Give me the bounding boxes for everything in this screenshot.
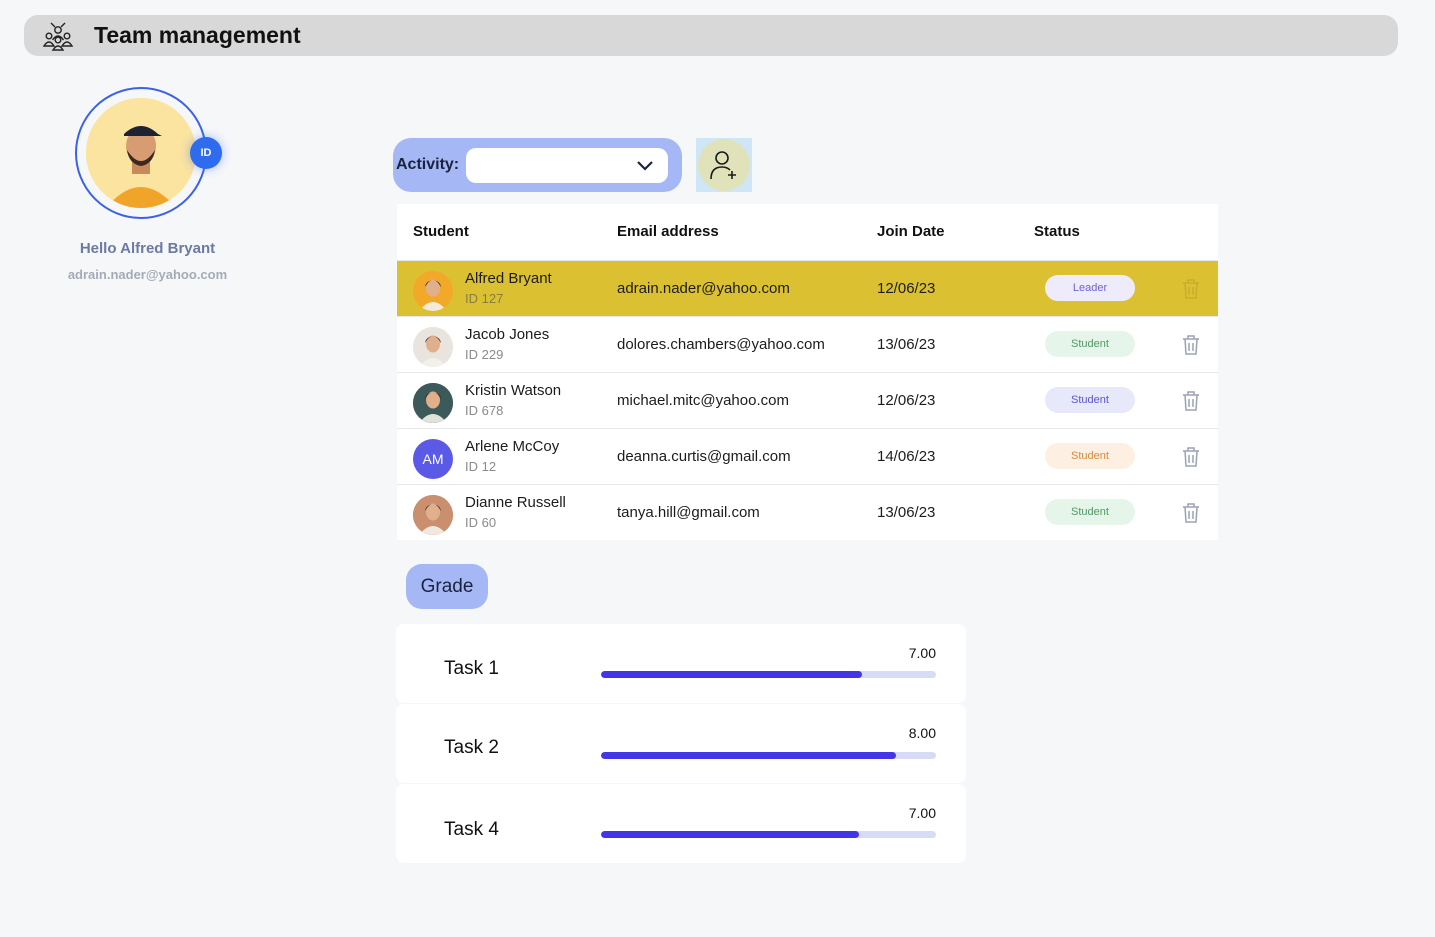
task-score: 7.00 xyxy=(908,645,936,661)
student-name: Kristin Watson xyxy=(465,382,562,399)
join-date: 13/06/23 xyxy=(877,504,936,521)
profile-greeting: Hello Alfred Bryant xyxy=(79,240,216,257)
student-email: adrain.nader@yahoo.com xyxy=(617,280,790,297)
students-table: Student Email address Join Date Status A… xyxy=(397,204,1218,540)
task-progress-fill xyxy=(601,671,863,678)
join-date: 13/06/23 xyxy=(877,336,936,353)
student-id: ID 60 xyxy=(465,515,497,530)
avatar xyxy=(413,495,453,535)
student-id: ID 12 xyxy=(465,459,497,474)
student-email: deanna.curtis@gmail.com xyxy=(617,448,791,465)
table-row[interactable]: Dianne Russell ID 60 tanya.hill@gmail.com 1… xyxy=(397,484,1218,540)
add-user-button[interactable] xyxy=(696,138,752,192)
avatar xyxy=(413,383,453,423)
avatar xyxy=(413,327,453,367)
trash-icon[interactable] xyxy=(1181,390,1201,412)
id-badge[interactable]: ID xyxy=(190,137,222,169)
column-email[interactable]: Email address xyxy=(617,223,719,240)
table-row[interactable]: Jacob Jones ID 229 dolores.chambers@yahoo.… xyxy=(397,316,1218,372)
task-card: Task 4 7.00 xyxy=(396,784,966,863)
avatar-initials: AM xyxy=(422,451,444,467)
grade-button[interactable]: Grade xyxy=(406,564,488,609)
student-name: Dianne Russell xyxy=(465,494,566,511)
task-progress-bar xyxy=(601,671,936,678)
table-row[interactable]: Alfred Bryant ID 127 adrain.nader@yahoo.co… xyxy=(397,260,1218,316)
join-date: 12/06/23 xyxy=(877,392,936,409)
column-status[interactable]: Status xyxy=(1034,223,1080,240)
join-date: 12/06/23 xyxy=(877,280,936,297)
status-badge: Leader xyxy=(1045,275,1135,301)
task-progress-bar xyxy=(601,831,936,838)
status-badge: Student xyxy=(1045,499,1135,525)
task-score: 8.00 xyxy=(908,725,936,741)
table-row[interactable]: AM Arlene McCoy ID 12 deanna.curtis@gmail.c… xyxy=(397,428,1218,484)
table-header: Student Email address Join Date Status xyxy=(397,204,1218,260)
task-card: Task 1 7.00 xyxy=(396,624,966,703)
profile-email: adrain.nader@yahoo.com xyxy=(67,267,228,282)
student-name: Arlene McCoy xyxy=(465,438,560,455)
student-id: ID 127 xyxy=(465,291,504,306)
student-email: michael.mitc@yahoo.com xyxy=(617,392,789,409)
task-name: Task 2 xyxy=(444,737,499,758)
column-join-date[interactable]: Join Date xyxy=(877,223,945,240)
trash-icon[interactable] xyxy=(1181,278,1201,300)
app-header: Team management xyxy=(24,15,1398,56)
join-date: 14/06/23 xyxy=(877,448,936,465)
status-badge: Student xyxy=(1045,443,1135,469)
task-progress-fill xyxy=(601,752,896,759)
task-card: Task 2 8.00 xyxy=(396,704,966,783)
student-id: ID 678 xyxy=(465,403,504,418)
table-row[interactable]: Kristin Watson ID 678 michael.mitc@yahoo.c… xyxy=(397,372,1218,428)
student-id: ID 229 xyxy=(465,347,504,362)
student-email: dolores.chambers@yahoo.com xyxy=(617,336,825,353)
activity-select[interactable] xyxy=(466,147,669,183)
avatar: AM xyxy=(413,439,453,479)
activity-filter: Activity: xyxy=(393,138,682,192)
status-badge: Student xyxy=(1045,331,1135,357)
profile-avatar[interactable] xyxy=(75,87,207,219)
column-student[interactable]: Student xyxy=(413,223,469,240)
student-name: Alfred Bryant xyxy=(465,270,552,287)
student-name: Jacob Jones xyxy=(465,326,550,343)
avatar xyxy=(413,271,453,311)
student-email: tanya.hill@gmail.com xyxy=(617,504,760,521)
trash-icon[interactable] xyxy=(1181,446,1201,468)
trash-icon[interactable] xyxy=(1181,502,1201,524)
task-progress-fill xyxy=(601,831,859,838)
page-title: Team management xyxy=(94,22,301,48)
team-icon xyxy=(40,18,76,54)
add-user-icon xyxy=(710,151,736,180)
chevron-down-icon xyxy=(637,160,653,171)
trash-icon[interactable] xyxy=(1181,334,1201,356)
task-score: 7.00 xyxy=(908,805,936,821)
status-badge: Student xyxy=(1045,387,1135,413)
task-name: Task 1 xyxy=(444,658,499,679)
task-progress-bar xyxy=(601,752,936,759)
task-name: Task 4 xyxy=(444,819,499,840)
activity-label: Activity: xyxy=(396,156,460,173)
